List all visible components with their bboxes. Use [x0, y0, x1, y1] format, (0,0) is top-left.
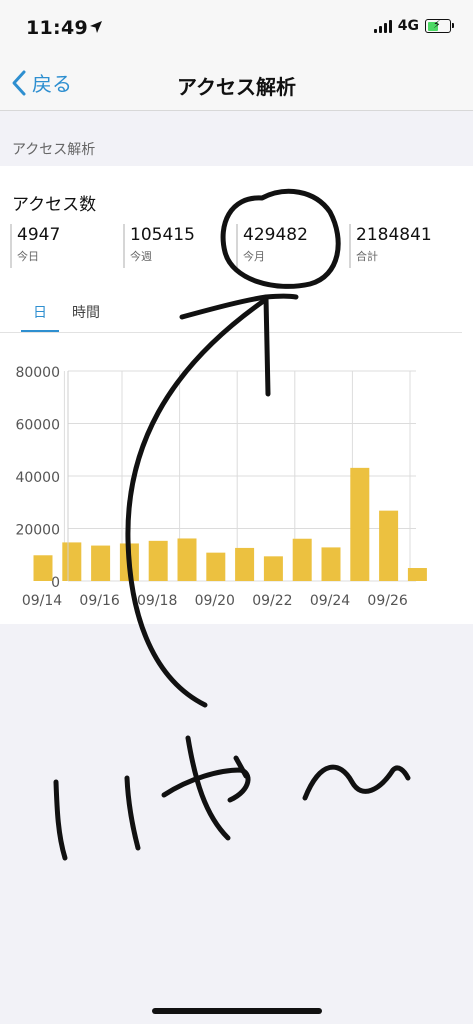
x-tick-label: 09/24 — [310, 593, 350, 609]
chart-bar — [292, 538, 312, 581]
x-tick-label: 09/26 — [367, 593, 407, 609]
chart-bar — [206, 552, 226, 581]
drawn-text-ya3 — [233, 755, 249, 779]
chart-bar — [321, 547, 341, 581]
chart-bar — [119, 543, 139, 581]
chart-bar — [263, 556, 283, 581]
navigation-bar: 戻る アクセス解析 — [0, 58, 473, 111]
battery-icon: ⚡ — [425, 18, 454, 33]
chart-bar — [350, 467, 370, 581]
status-bar: 11:49 4G ⚡ — [0, 0, 473, 58]
cellular-signal-icon — [373, 19, 392, 33]
y-tick-label: 80000 — [15, 365, 60, 381]
chart-bar — [379, 510, 399, 581]
y-tick-label: 40000 — [15, 470, 60, 486]
status-indicators: 4G ⚡ — [373, 18, 454, 34]
status-time: 11:49 — [26, 17, 88, 39]
chart-bar — [235, 547, 255, 581]
access-bar-chart: 02000040000600008000009/14 09/16 09/18 09/2… — [15, 365, 427, 609]
network-type: 4G — [397, 18, 419, 34]
drawn-text-ya2 — [185, 735, 231, 841]
chart-bar — [148, 540, 168, 581]
chart-bar — [91, 545, 111, 581]
x-tick-label: 09/18 — [137, 593, 177, 609]
drawn-text-i — [53, 779, 68, 861]
x-tick-label: 09/20 — [195, 593, 235, 609]
y-tick-label: 20000 — [15, 523, 60, 539]
x-tick-label: 09/22 — [252, 593, 292, 609]
y-tick-label: 60000 — [15, 418, 60, 434]
drawn-text-i2 — [124, 775, 141, 851]
location-arrow-icon — [90, 21, 102, 33]
chart-bar — [33, 555, 53, 581]
drawn-text-wave — [302, 764, 411, 801]
home-indicator — [152, 1008, 322, 1014]
chart-bar — [177, 538, 197, 581]
chart-bar — [62, 542, 82, 581]
x-tick-label: 09/16 — [79, 593, 119, 609]
x-tick-label: 09/14 — [22, 593, 62, 609]
chart-bar — [407, 568, 427, 581]
access-card: アクセス数 4947 今日 105415 今週 429482 今月 218484… — [0, 166, 473, 624]
section-header: アクセス解析 — [12, 142, 96, 158]
page-title: アクセス解析 — [177, 75, 296, 99]
drawn-text-ya — [161, 767, 251, 803]
charging-bolt-icon: ⚡ — [433, 18, 441, 31]
